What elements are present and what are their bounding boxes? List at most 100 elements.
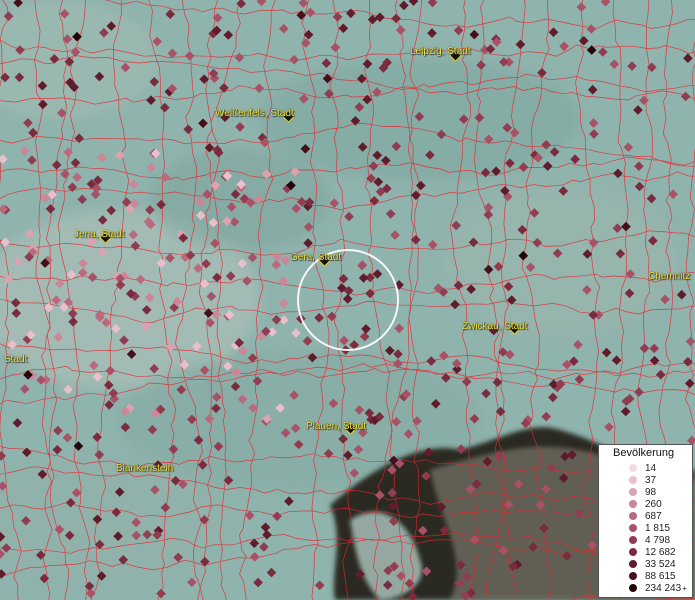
- municipality-marker[interactable]: [408, 0, 419, 6]
- municipality-marker[interactable]: [649, 355, 660, 366]
- municipality-marker[interactable]: [548, 27, 559, 38]
- municipality-marker[interactable]: [411, 190, 421, 201]
- municipality-marker[interactable]: [186, 577, 197, 588]
- municipality-marker[interactable]: [680, 91, 691, 102]
- municipality-marker[interactable]: [84, 581, 95, 592]
- municipality-marker[interactable]: [683, 53, 693, 64]
- municipality-marker[interactable]: [97, 152, 107, 163]
- municipality-marker[interactable]: [365, 288, 375, 299]
- municipality-marker[interactable]: [588, 118, 599, 128]
- municipality-marker[interactable]: [338, 23, 349, 34]
- municipality-marker[interactable]: [77, 194, 88, 205]
- municipality-marker[interactable]: [481, 388, 491, 399]
- municipality-marker[interactable]: [266, 567, 277, 578]
- municipality-marker[interactable]: [646, 193, 657, 204]
- municipality-marker[interactable]: [345, 8, 356, 19]
- municipality-marker[interactable]: [284, 496, 294, 507]
- municipality-marker[interactable]: [146, 95, 156, 106]
- municipality-marker[interactable]: [302, 336, 313, 346]
- municipality-marker[interactable]: [548, 392, 558, 403]
- municipality-marker[interactable]: [271, 314, 282, 325]
- municipality-marker[interactable]: [184, 51, 195, 61]
- municipality-marker[interactable]: [94, 449, 105, 460]
- municipality-marker[interactable]: [291, 328, 301, 338]
- municipality-marker[interactable]: [574, 374, 585, 385]
- municipality-marker[interactable]: [0, 154, 8, 164]
- municipality-marker[interactable]: [611, 355, 622, 366]
- municipality-marker[interactable]: [235, 122, 245, 132]
- municipality-marker[interactable]: [668, 189, 679, 200]
- municipality-marker[interactable]: [485, 44, 496, 54]
- municipality-marker[interactable]: [223, 30, 234, 40]
- municipality-marker[interactable]: [385, 209, 396, 219]
- municipality-marker[interactable]: [620, 406, 631, 417]
- municipality-marker[interactable]: [300, 38, 311, 48]
- municipality-marker[interactable]: [53, 425, 63, 436]
- municipality-marker[interactable]: [676, 289, 687, 300]
- map-canvas[interactable]: Leipzig, Stadt Weißenfels, Stadt Jena, S…: [0, 0, 695, 600]
- municipality-marker[interactable]: [0, 569, 7, 579]
- municipality-marker[interactable]: [234, 52, 245, 63]
- municipality-marker[interactable]: [19, 146, 30, 156]
- municipality-marker[interactable]: [344, 211, 354, 222]
- municipality-marker[interactable]: [586, 24, 597, 34]
- municipality-marker[interactable]: [249, 552, 260, 562]
- municipality-marker[interactable]: [576, 2, 587, 12]
- municipality-marker[interactable]: [314, 580, 325, 591]
- municipality-marker[interactable]: [27, 155, 37, 166]
- municipality-marker[interactable]: [332, 12, 343, 22]
- municipality-marker[interactable]: [627, 61, 637, 71]
- municipality-marker[interactable]: [600, 0, 611, 7]
- municipality-marker[interactable]: [19, 384, 30, 394]
- municipality-marker[interactable]: [219, 83, 229, 93]
- municipality-marker[interactable]: [427, 0, 438, 8]
- municipality-marker[interactable]: [393, 349, 403, 359]
- municipality-marker[interactable]: [609, 59, 620, 70]
- municipality-marker[interactable]: [23, 118, 33, 128]
- municipality-marker[interactable]: [36, 375, 46, 385]
- municipality-marker[interactable]: [212, 12, 223, 23]
- municipality-marker[interactable]: [426, 356, 437, 366]
- municipality-marker[interactable]: [384, 345, 395, 356]
- municipality-marker[interactable]: [361, 324, 371, 334]
- municipality-marker[interactable]: [39, 573, 50, 584]
- municipality-marker[interactable]: [156, 588, 166, 599]
- municipality-marker[interactable]: [451, 358, 462, 369]
- municipality-marker[interactable]: [330, 42, 341, 53]
- municipality-marker[interactable]: [634, 161, 644, 172]
- municipality-marker[interactable]: [198, 118, 208, 129]
- municipality-marker[interactable]: [390, 230, 400, 240]
- municipality-marker[interactable]: [272, 511, 282, 522]
- municipality-marker[interactable]: [375, 12, 385, 23]
- municipality-marker[interactable]: [367, 14, 378, 25]
- municipality-marker[interactable]: [395, 25, 406, 35]
- municipality-marker[interactable]: [498, 57, 509, 67]
- municipality-marker[interactable]: [271, 260, 282, 270]
- municipality-marker[interactable]: [254, 83, 265, 94]
- municipality-marker[interactable]: [12, 418, 23, 428]
- municipality-marker[interactable]: [296, 10, 307, 20]
- municipality-marker[interactable]: [329, 198, 340, 209]
- municipality-marker[interactable]: [639, 95, 649, 106]
- municipality-marker[interactable]: [415, 180, 426, 191]
- municipality-marker[interactable]: [634, 387, 644, 397]
- municipality-marker[interactable]: [70, 157, 81, 168]
- municipality-marker[interactable]: [649, 343, 660, 354]
- municipality-marker[interactable]: [573, 339, 583, 350]
- municipality-marker[interactable]: [559, 41, 569, 52]
- municipality-marker[interactable]: [427, 28, 437, 38]
- municipality-marker[interactable]: [613, 168, 623, 179]
- municipality-marker[interactable]: [51, 160, 62, 170]
- municipality-marker[interactable]: [639, 343, 650, 354]
- municipality-marker[interactable]: [646, 62, 657, 73]
- municipality-marker[interactable]: [633, 105, 643, 115]
- municipality-marker[interactable]: [60, 169, 70, 179]
- municipality-marker[interactable]: [262, 529, 272, 540]
- municipality-marker[interactable]: [604, 422, 614, 432]
- municipality-marker[interactable]: [469, 29, 480, 40]
- municipality-marker[interactable]: [253, 577, 263, 588]
- municipality-marker[interactable]: [74, 133, 85, 144]
- municipality-marker[interactable]: [453, 25, 464, 36]
- municipality-marker[interactable]: [183, 124, 194, 135]
- municipality-marker[interactable]: [260, 522, 271, 533]
